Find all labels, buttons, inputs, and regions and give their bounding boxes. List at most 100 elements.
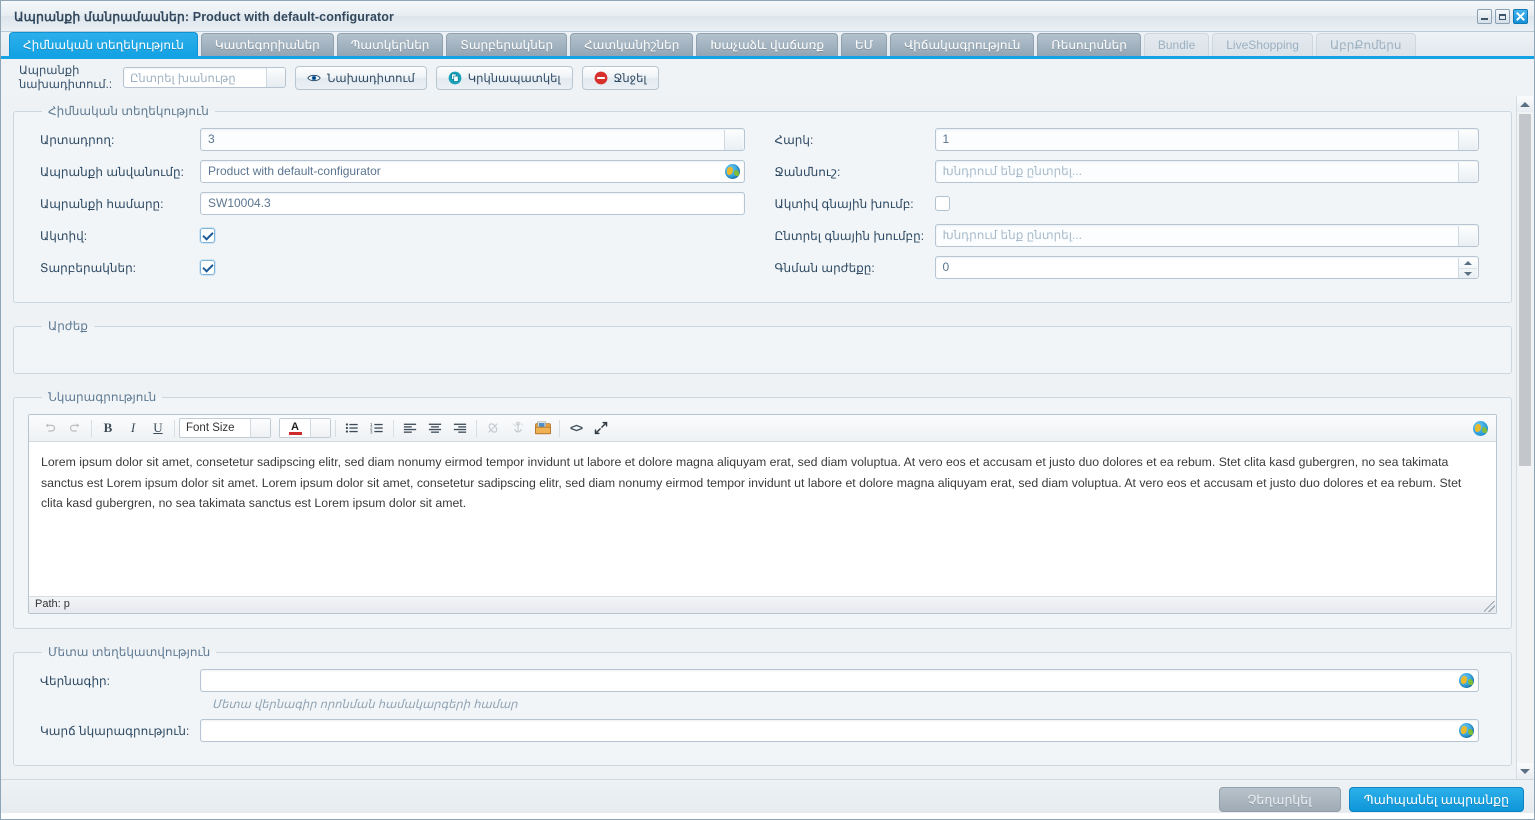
chevron-down-icon[interactable] [723, 130, 743, 150]
maximize-button[interactable] [1495, 9, 1510, 24]
field-label: Հարկ: [774, 132, 814, 147]
shop-select[interactable]: Ընտրել խանութը [123, 67, 286, 88]
close-icon [1516, 12, 1525, 21]
product-number-input[interactable]: SW10004.3 [200, 192, 745, 215]
product-details-window: Ապրանքի մանրամասներ: Product with defaul… [0, 0, 1535, 820]
align-right-button[interactable] [449, 418, 471, 438]
field-label: Ընտրել գնային խումբը: [774, 228, 925, 243]
tab-variants[interactable]: Տարբերակներ [446, 33, 568, 56]
save-product-button[interactable]: Պահպանել ապրանքը [1348, 787, 1524, 812]
vertical-scrollbar[interactable] [1516, 96, 1533, 779]
tab-label: ԱբրՔոմերս [1329, 38, 1402, 52]
tab-categories[interactable]: Կատեգորիաներ [200, 33, 334, 56]
minimize-button[interactable] [1477, 9, 1492, 24]
history-group [34, 418, 91, 438]
numbered-list-button[interactable]: 1 2 3 [366, 418, 388, 438]
tax-select[interactable]: 1 [934, 128, 1479, 151]
chevron-down-icon[interactable] [1458, 162, 1477, 182]
field-select-price-group: Ընտրել գնային խումբը: Խնդրում ենք ընտրել… [763, 224, 1498, 247]
window-controls [1477, 9, 1528, 24]
align-center-button[interactable] [424, 418, 446, 438]
stepper-up-icon[interactable] [1459, 258, 1477, 269]
tab-eu[interactable]: ԵՄ [840, 33, 888, 56]
align-left-button[interactable] [399, 418, 421, 438]
field-label: Վերնագիր: [40, 673, 110, 688]
prices-fieldset: Արժեք [13, 319, 1512, 374]
preview-label-line2: նախադիտում.: [19, 78, 113, 91]
description-fieldset: Նկարագրություն B I U Font Size A 1 2 3 <… [13, 390, 1512, 629]
scrollbar-track[interactable] [1517, 112, 1533, 763]
tab-images[interactable]: Պատկերներ [336, 33, 444, 56]
source-code-icon: <> [569, 421, 583, 435]
tab-label: Հատկանիշներ [584, 38, 680, 52]
fullscreen-button[interactable] [590, 418, 612, 438]
close-button[interactable] [1513, 9, 1528, 24]
text-color-select[interactable]: A [279, 418, 331, 438]
purchase-price-stepper[interactable] [1458, 258, 1477, 278]
globe-icon[interactable] [1473, 421, 1488, 436]
delete-button[interactable]: Ջնջել [581, 65, 659, 90]
editor-path-label: Path: p [35, 598, 70, 610]
preview-button[interactable]: Նախադիտում [295, 65, 427, 90]
tab-properties[interactable]: Հատկանիշներ [570, 33, 694, 56]
tab-label: Bundle [1157, 38, 1196, 52]
field-label: Արտադրող: [40, 132, 115, 147]
tab-basic-info[interactable]: Հիմնական տեղեկություն [9, 32, 198, 56]
underline-button[interactable]: U [147, 418, 169, 438]
align-right-icon [453, 423, 467, 433]
bold-icon: B [103, 420, 113, 435]
save-button-label: Պահպանել ապրանքը [1363, 793, 1509, 807]
source-code-button[interactable]: <> [565, 418, 587, 438]
field-purchase-price: Գնման արժեքը: 0 [763, 256, 1498, 279]
scroll-up-button[interactable] [1517, 96, 1533, 112]
maximize-icon [1499, 13, 1506, 20]
supplier-select[interactable]: Խնդրում ենք ընտրել... [934, 160, 1479, 183]
scroll-down-icon [1520, 768, 1530, 774]
globe-icon[interactable] [724, 164, 740, 179]
tab-liveshopping: LiveShopping [1212, 33, 1313, 56]
bullet-list-button[interactable] [341, 418, 363, 438]
product-name-value: Product with default-configurator [208, 164, 381, 178]
tab-statistics[interactable]: Վիճակագրություն [890, 33, 1035, 56]
unlink-icon [482, 418, 504, 438]
tab-resources[interactable]: Ռեսուրսներ [1037, 33, 1141, 56]
description-body[interactable]: Lorem ipsum dolor sit amet, consetetur s… [29, 442, 1496, 596]
chevron-down-icon[interactable] [250, 419, 270, 437]
media-button[interactable] [532, 418, 554, 438]
editor-resize-handle[interactable] [1484, 601, 1495, 612]
chevron-down-icon[interactable] [1458, 226, 1477, 246]
basic-info-right-column: Հարկ: 1 Ջանմնուշ: Խնդրում ենք ընտրել... … [763, 128, 1498, 288]
cancel-button[interactable]: Չեղարկել [1218, 787, 1341, 812]
tax-value: 1 [942, 132, 950, 146]
field-label: Ակտիվ: [40, 228, 88, 243]
active-price-group-checkbox[interactable] [934, 196, 950, 211]
chevron-down-icon[interactable] [1458, 130, 1477, 150]
duplicate-button[interactable]: Կրկնապատկել [435, 65, 573, 90]
basic-info-fieldset: Հիմնական տեղեկություն Արտադրող: 3 Ապրանք… [13, 104, 1512, 303]
chevron-down-icon[interactable] [310, 419, 330, 437]
price-group-select[interactable]: Խնդրում ենք ընտրել... [934, 224, 1479, 247]
purchase-price-value: 0 [942, 260, 950, 274]
scroll-down-button[interactable] [1517, 763, 1533, 779]
prices-body [28, 343, 1497, 359]
field-product-name: Ապրանքի անվանումը: Product with default-… [28, 160, 763, 183]
font-size-select[interactable]: Font Size [179, 418, 271, 438]
meta-legend: Մետա տեղեկատվություն [48, 645, 211, 659]
short-description-input[interactable] [200, 719, 1479, 742]
italic-button[interactable]: I [122, 418, 144, 438]
globe-icon[interactable] [1459, 723, 1474, 738]
active-checkbox[interactable] [200, 228, 215, 243]
bold-button[interactable]: B [97, 418, 119, 438]
chevron-down-icon[interactable] [266, 68, 285, 87]
fullscreen-icon [594, 421, 608, 435]
field-meta-title: Վերնագիր: [28, 669, 1497, 692]
purchase-price-input[interactable]: 0 [934, 256, 1479, 279]
stepper-down-icon[interactable] [1459, 269, 1477, 278]
tab-cross-selling[interactable]: Խաչաձև վաճառք [696, 33, 838, 56]
scrollbar-thumb[interactable] [1519, 114, 1531, 466]
manufacturer-select[interactable]: 3 [200, 128, 745, 151]
variants-checkbox[interactable] [200, 260, 215, 275]
meta-title-input[interactable] [200, 669, 1479, 692]
product-name-input[interactable]: Product with default-configurator [200, 160, 745, 183]
globe-icon[interactable] [1459, 673, 1474, 688]
